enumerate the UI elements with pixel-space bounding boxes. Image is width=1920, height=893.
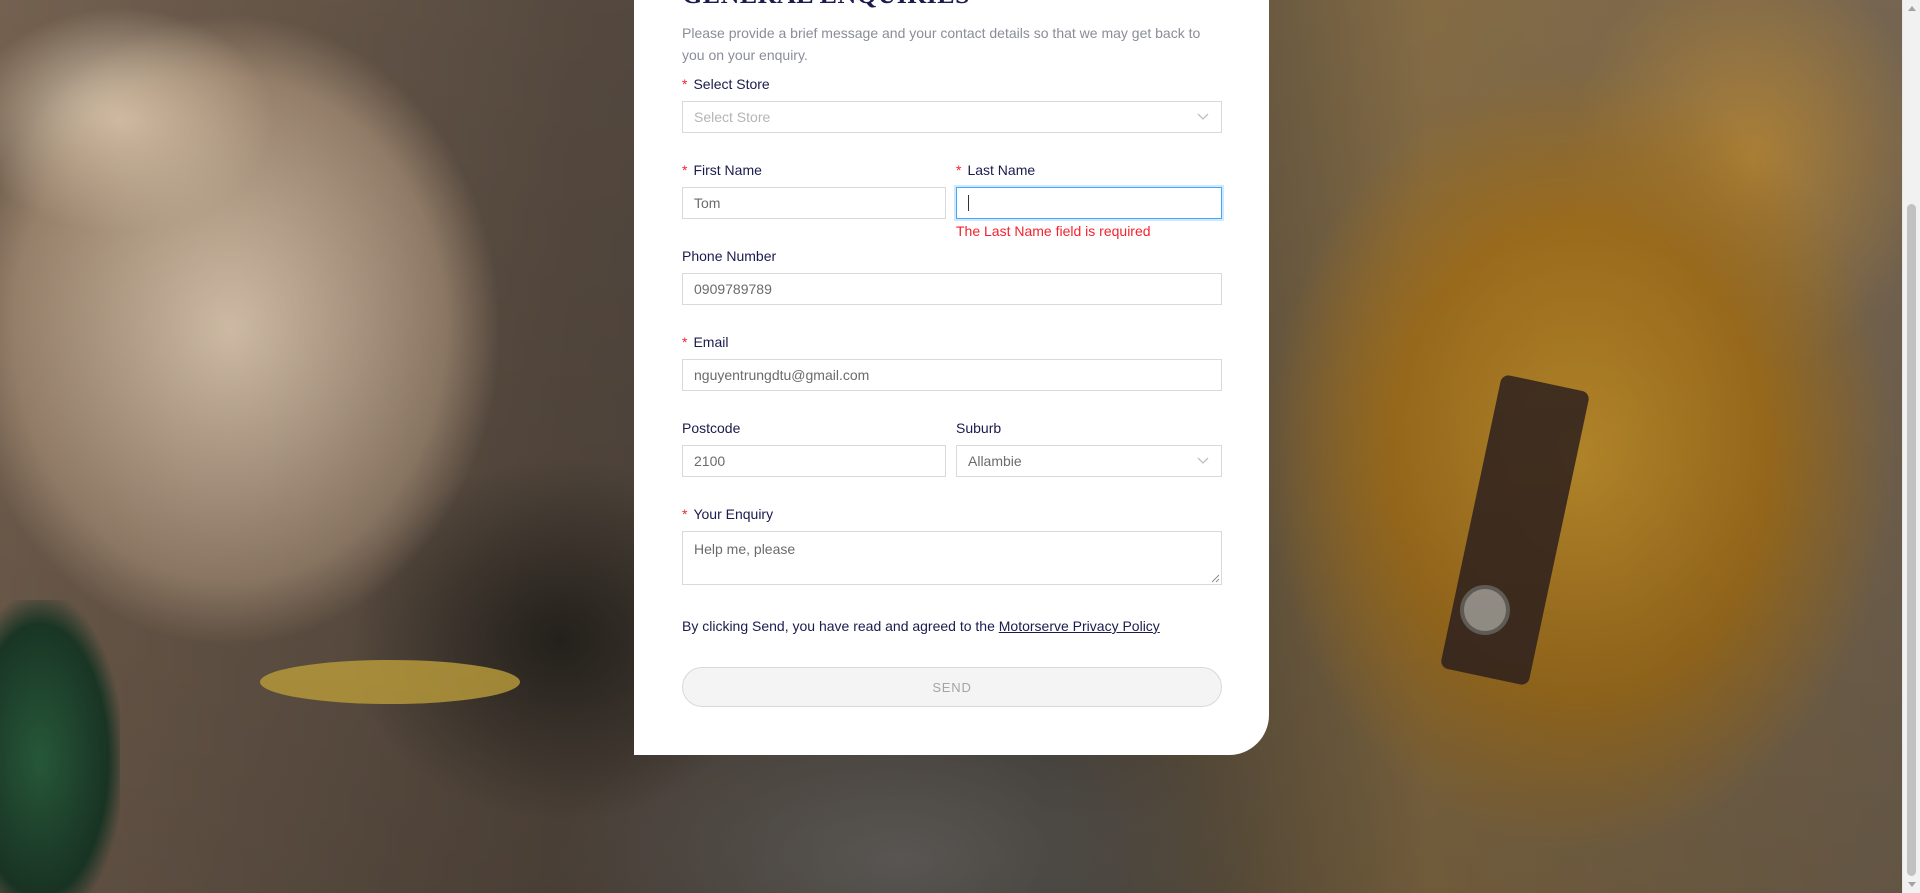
postcode-field: Postcode 2100 [682,420,946,477]
store-select-placeholder: Select Store [694,109,771,125]
required-mark: * [682,162,688,178]
email-label: * Email [682,334,1222,350]
privacy-notice: By clicking Send, you have read and agre… [682,617,1222,635]
store-field: * Select Store Select Store [682,76,1222,133]
suburb-value: Allambie [968,453,1022,469]
suburb-field: Suburb Allambie [956,420,1222,477]
required-mark: * [682,506,688,522]
suburb-select[interactable]: Allambie [956,445,1222,477]
phone-field: Phone Number 0909789789 [682,248,1222,305]
first-name-input[interactable]: Tom [682,187,946,219]
email-input[interactable]: nguyentrungdtu@gmail.com [682,359,1222,391]
enquiry-form-card: GENERAL ENQUIRIES Please provide a brief… [634,0,1269,755]
privacy-notice-text: By clicking Send, you have read and agre… [682,618,999,634]
first-name-label: * First Name [682,162,946,178]
required-mark: * [956,162,962,178]
store-label-text: Select Store [693,76,770,92]
enquiry-label-text: Your Enquiry [693,506,774,522]
chevron-down-icon [1196,110,1210,124]
last-name-input[interactable] [956,187,1222,219]
first-name-value: Tom [694,195,721,211]
enquiry-value: Help me, please [694,541,796,557]
email-field: * Email nguyentrungdtu@gmail.com [682,334,1222,391]
triangle-up-icon[interactable] [1903,0,1920,17]
last-name-field: * Last Name The Last Name field is requir… [956,162,1222,239]
enquiry-textarea[interactable]: Help me, please [682,531,1222,585]
triangle-down-icon[interactable] [1903,876,1920,893]
last-name-label: * Last Name [956,162,1222,178]
page-scrollbar[interactable] [1902,0,1920,893]
form-title: GENERAL ENQUIRIES [682,0,970,10]
phone-input[interactable]: 0909789789 [682,273,1222,305]
required-mark: * [682,334,688,350]
email-label-text: Email [693,334,729,350]
store-label: * Select Store [682,76,1222,92]
postcode-label: Postcode [682,420,741,436]
enquiry-label: * Your Enquiry [682,506,1222,522]
first-name-label-text: First Name [693,162,762,178]
email-value: nguyentrungdtu@gmail.com [694,367,870,383]
phone-label: Phone Number [682,248,777,264]
last-name-error: The Last Name field is required [956,223,1151,239]
last-name-label-text: Last Name [967,162,1036,178]
chevron-down-icon [1196,454,1210,468]
text-caret [968,195,969,211]
first-name-field: * First Name Tom [682,162,946,219]
scrollbar-thumb[interactable] [1907,204,1916,876]
resize-grip-icon[interactable] [1210,573,1220,583]
postcode-input[interactable]: 2100 [682,445,946,477]
store-select[interactable]: Select Store [682,101,1222,133]
suburb-label: Suburb [956,420,1002,436]
send-button[interactable]: SEND [682,667,1222,707]
form-intro: Please provide a brief message and your … [682,25,1201,63]
postcode-value: 2100 [694,453,726,469]
privacy-policy-link[interactable]: Motorserve Privacy Policy [999,618,1160,634]
required-mark: * [682,76,688,92]
enquiry-field: * Your Enquiry Help me, please [682,506,1222,585]
phone-value: 0909789789 [694,281,772,297]
